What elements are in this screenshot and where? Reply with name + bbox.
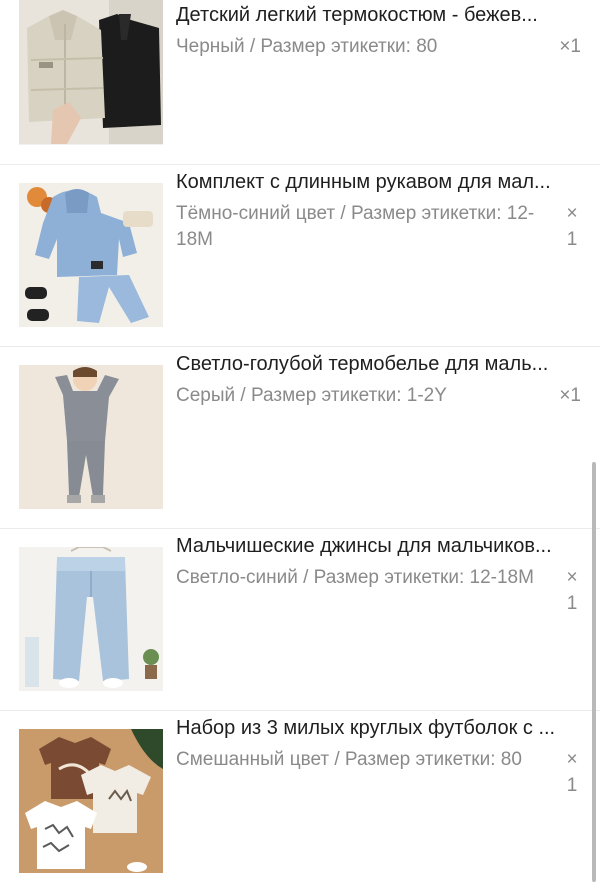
item-variant: Тёмно-синий цвет / Размер этикетки: 12-1…	[176, 203, 535, 250]
item-variant-row: Светло-синий / Размер этикетки: 12-18M ×…	[176, 565, 581, 614]
quantity-multiplier: ×	[566, 749, 578, 770]
quantity-multiplier: ×	[566, 203, 578, 224]
quantity-multiplier: ×	[566, 567, 578, 588]
item-quantity: × 1	[563, 747, 581, 799]
item-title[interactable]: Набор из 3 милых круглых футболок с ...	[176, 715, 580, 741]
item-title[interactable]: Светло-голубой термобелье для маль...	[176, 351, 580, 377]
item-title[interactable]: Комплект с длинным рукавом для мал...	[176, 169, 580, 195]
vest-pair-image-art	[19, 0, 163, 144]
list-item[interactable]: Комплект с длинным рукавом для мал... Тё…	[0, 165, 600, 347]
item-variant-row: Черный / Размер этикетки: 80 ×1	[176, 34, 581, 60]
item-variant: Черный / Размер этикетки: 80	[176, 36, 438, 57]
item-quantity: ×1	[559, 385, 581, 406]
order-items-list: Детский легкий термокостюм - бежев... Че…	[0, 0, 600, 893]
item-variant: Смешанный цвет / Размер этикетки: 80	[176, 749, 522, 770]
item-quantity: × 1	[563, 565, 581, 617]
thermal-underwear-image-art	[19, 365, 163, 509]
list-item[interactable]: Мальчишеские джинсы для мальчиков... Све…	[0, 529, 600, 711]
vest-pair-image[interactable]	[19, 0, 163, 145]
tshirt-set-image-art	[19, 729, 163, 873]
item-title[interactable]: Мальчишеские джинсы для мальчиков...	[176, 533, 580, 559]
hoodie-set-image[interactable]	[19, 183, 163, 327]
item-variant: Светло-синий / Размер этикетки: 12-18M	[176, 567, 534, 588]
item-info: Детский легкий термокостюм - бежев... Че…	[176, 2, 581, 60]
item-info: Комплект с длинным рукавом для мал... Тё…	[176, 169, 581, 253]
item-variant-row: Серый / Размер этикетки: 1-2Y ×1	[176, 383, 581, 409]
list-item[interactable]: Детский легкий термокостюм - бежев... Че…	[0, 0, 600, 165]
thermal-underwear-image[interactable]	[19, 365, 163, 509]
item-info: Набор из 3 милых круглых футболок с ... …	[176, 715, 581, 796]
hoodie-set-image-art	[19, 183, 163, 327]
list-item[interactable]: Набор из 3 милых круглых футболок с ... …	[0, 711, 600, 893]
item-info: Светло-голубой термобелье для маль... Се…	[176, 351, 581, 409]
quantity-value: 1	[566, 229, 578, 250]
jeans-image-art	[19, 547, 163, 691]
item-title[interactable]: Детский легкий термокостюм - бежев...	[176, 2, 580, 28]
list-item[interactable]: Светло-голубой термобелье для маль... Се…	[0, 347, 600, 529]
quantity-value: 1	[566, 775, 578, 796]
item-quantity: × 1	[563, 201, 581, 253]
item-variant: Серый / Размер этикетки: 1-2Y	[176, 385, 447, 406]
item-info: Мальчишеские джинсы для мальчиков... Све…	[176, 533, 581, 614]
scrollbar[interactable]	[592, 462, 596, 882]
item-variant-row: Тёмно-синий цвет / Размер этикетки: 12-1…	[176, 201, 581, 253]
item-variant-row: Смешанный цвет / Размер этикетки: 80 × 1	[176, 747, 581, 796]
tshirt-set-image[interactable]	[19, 729, 163, 873]
item-quantity: ×1	[559, 36, 581, 57]
quantity-value: 1	[566, 593, 578, 614]
jeans-image[interactable]	[19, 547, 163, 691]
